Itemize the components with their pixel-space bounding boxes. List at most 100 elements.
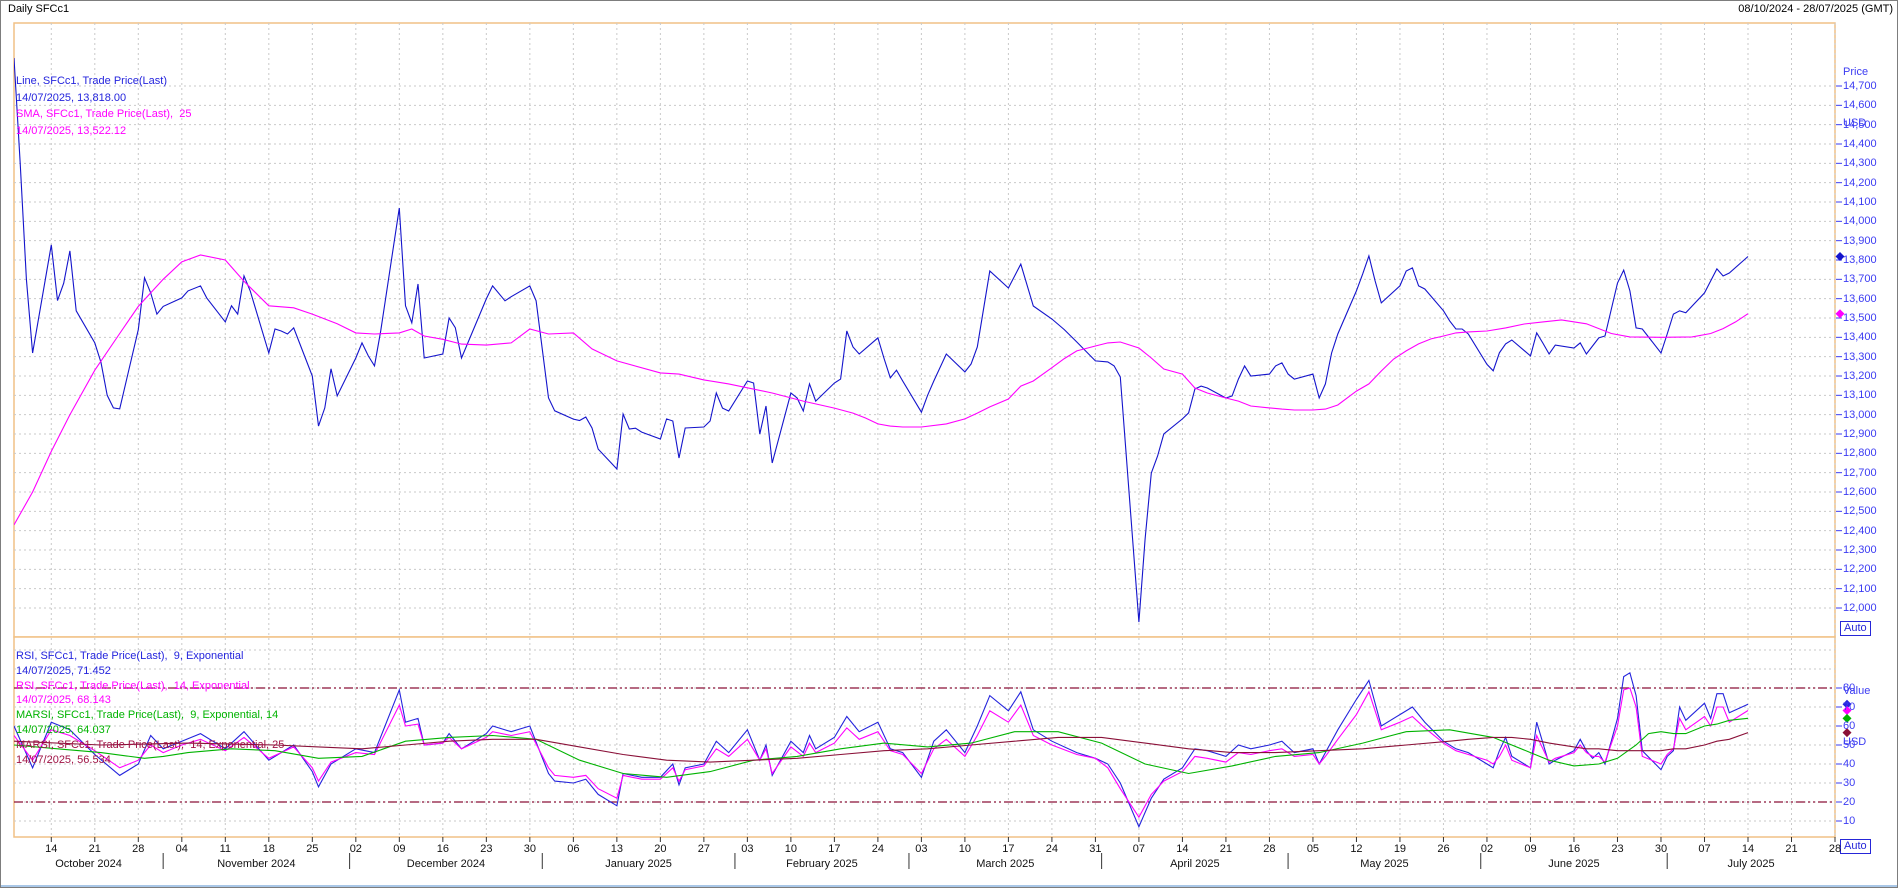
price-tick-label: 12,300 — [1843, 544, 1877, 556]
x-axis-day-label: 12 — [1350, 843, 1362, 855]
x-axis-day-label: 31 — [1089, 843, 1101, 855]
price-tick-label: 13,400 — [1843, 331, 1877, 343]
x-axis-day-label: 10 — [785, 843, 797, 855]
rsi-tick-label: 30 — [1843, 777, 1855, 789]
legend-line: 14/07/2025, 68.143 — [16, 694, 111, 706]
rsi-tick-label: 10 — [1843, 815, 1855, 827]
legend-line: RSI, SFCc1, Trade Price(Last), 14, Expon… — [16, 680, 250, 692]
price-auto-scale-button[interactable]: Auto — [1840, 621, 1871, 636]
x-axis-day-label: 27 — [698, 843, 710, 855]
price-tick-label: 12,800 — [1843, 447, 1877, 459]
x-axis-month-label: February 2025 — [786, 858, 858, 870]
legend-line: 14/07/2025, 64.037 — [16, 724, 111, 736]
x-axis-month-label: October 2024 — [55, 858, 122, 870]
x-axis-day-label: 07 — [1133, 843, 1145, 855]
rsi-panel-frame — [14, 637, 1835, 837]
window-bottom-edge — [1, 885, 1897, 887]
x-axis-day-label: 11 — [220, 843, 231, 855]
legend-line: SMA, SFCc1, Trade Price(Last), 25 — [16, 108, 191, 120]
price-tick-label: 12,700 — [1843, 467, 1877, 479]
price-tick-label: 14,100 — [1843, 196, 1877, 208]
price-tick-label: 14,000 — [1843, 215, 1877, 227]
legend-line: Line, SFCc1, Trade Price(Last) — [16, 75, 167, 87]
x-axis-month-label: May 2025 — [1360, 858, 1408, 870]
rsi-tick-label: 40 — [1843, 758, 1855, 770]
price-tick-label: 13,500 — [1843, 312, 1877, 324]
rsi-tick-label: 20 — [1843, 796, 1855, 808]
price-tick-label: 12,600 — [1843, 486, 1877, 498]
legend-line: MARSI, SFCc1, Trade Price(Last), 14, Exp… — [16, 739, 284, 751]
price-tick-label: 14,200 — [1843, 177, 1877, 189]
x-axis-day-label: 03 — [915, 843, 927, 855]
x-axis-day-label: 14 — [1742, 843, 1754, 855]
price-tick-label: 13,900 — [1843, 235, 1877, 247]
x-axis-day-label: 09 — [1524, 843, 1536, 855]
x-axis-day-label: 21 — [1220, 843, 1232, 855]
x-axis-day-label: 10 — [959, 843, 971, 855]
x-axis-day-label: 07 — [1698, 843, 1710, 855]
chart-canvas[interactable] — [1, 1, 1898, 888]
x-axis-day-label: 21 — [89, 843, 101, 855]
legend-line: MARSI, SFCc1, Trade Price(Last), 9, Expo… — [16, 709, 278, 721]
price-tick-label: 13,600 — [1843, 293, 1877, 305]
x-axis-day-label: 03 — [741, 843, 753, 855]
x-axis-day-label: 05 — [1307, 843, 1319, 855]
x-axis-day-label: 16 — [1568, 843, 1580, 855]
x-axis-day-label: 19 — [1394, 843, 1406, 855]
rsi-tick-label: 80 — [1843, 682, 1855, 694]
rsi-tick-label: 50 — [1843, 739, 1855, 751]
x-axis-day-label: 23 — [480, 843, 492, 855]
x-axis-day-label: 30 — [524, 843, 536, 855]
x-axis-day-label: 17 — [1002, 843, 1014, 855]
x-axis-day-label: 14 — [1176, 843, 1188, 855]
price-tick-label: 12,200 — [1843, 563, 1877, 575]
x-axis-month-label: July 2025 — [1728, 858, 1775, 870]
x-axis-month-label: April 2025 — [1170, 858, 1220, 870]
x-axis-day-label: 23 — [1611, 843, 1623, 855]
x-axis-day-label: 16 — [437, 843, 449, 855]
price-tick-label: 13,200 — [1843, 370, 1877, 382]
x-axis-day-label: 14 — [45, 843, 57, 855]
x-axis-day-label: 24 — [872, 843, 884, 855]
price-tick-label: 13,000 — [1843, 409, 1877, 421]
price-tick-label: 12,000 — [1843, 602, 1877, 614]
x-axis-day-label: 20 — [654, 843, 666, 855]
x-axis-day-label: 24 — [1046, 843, 1058, 855]
legend-line: 14/07/2025, 13,818.00 — [16, 92, 126, 104]
chart-window: Daily SFCc1 08/10/2024 - 28/07/2025 (GMT… — [0, 0, 1898, 888]
x-axis-month-label: December 2024 — [407, 858, 485, 870]
x-axis-month-label: March 2025 — [976, 858, 1034, 870]
rsi-auto-scale-button[interactable]: Auto — [1840, 839, 1871, 854]
price-tick-label: 14,300 — [1843, 157, 1877, 169]
price-tick-label: 12,100 — [1843, 583, 1877, 595]
price-tick-label: 13,300 — [1843, 351, 1877, 363]
price-tick-label: 13,100 — [1843, 389, 1877, 401]
price-tick-label: 12,400 — [1843, 525, 1877, 537]
rsi-tick-label: 60 — [1843, 720, 1855, 732]
price-tick-label: 13,800 — [1843, 254, 1877, 266]
price-panel-frame — [14, 23, 1835, 637]
legend-line: 14/07/2025, 13,522.12 — [16, 125, 126, 137]
price-tick-label: 14,600 — [1843, 99, 1877, 111]
x-axis-day-label: 17 — [828, 843, 840, 855]
x-axis-day-label: 18 — [263, 843, 275, 855]
legend-line: RSI, SFCc1, Trade Price(Last), 9, Expone… — [16, 650, 243, 662]
x-axis-month-label: November 2024 — [217, 858, 295, 870]
legend-line: 14/07/2025, 56.534 — [16, 754, 111, 766]
x-axis-day-label: 06 — [567, 843, 579, 855]
price-tick-label: 14,400 — [1843, 138, 1877, 150]
x-axis-month-label: June 2025 — [1548, 858, 1599, 870]
x-axis-day-label: 28 — [1263, 843, 1275, 855]
price-axis-title: Price — [1843, 64, 1868, 81]
price-tick-label: 13,700 — [1843, 273, 1877, 285]
x-axis-day-label: 25 — [306, 843, 318, 855]
price-tick-label: 14,700 — [1843, 80, 1877, 92]
x-axis-day-label: 26 — [1437, 843, 1449, 855]
legend-line: 14/07/2025, 71.452 — [16, 665, 111, 677]
x-axis-day-label: 28 — [132, 843, 144, 855]
x-axis-day-label: 28 — [1829, 843, 1841, 855]
x-axis-day-label: 21 — [1785, 843, 1797, 855]
price-tick-label: 14,500 — [1843, 119, 1877, 131]
price-tick-label: 12,500 — [1843, 505, 1877, 517]
x-axis-day-label: 02 — [1481, 843, 1493, 855]
